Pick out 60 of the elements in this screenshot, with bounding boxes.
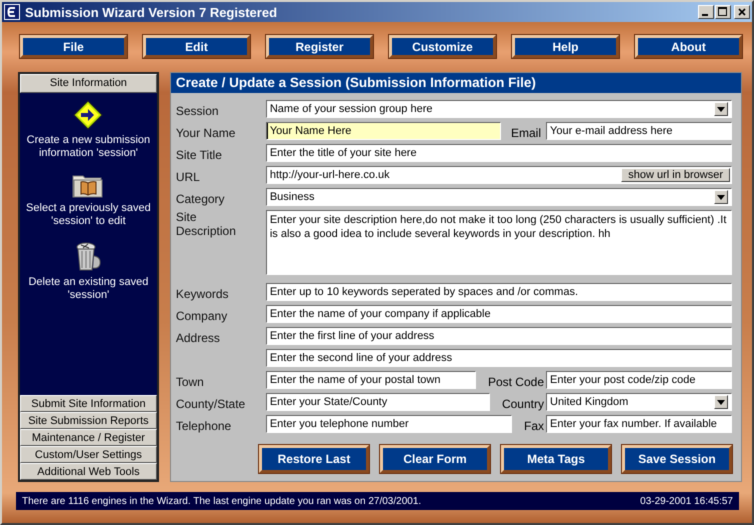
- window-title: Submission Wizard Version 7 Registered: [25, 4, 278, 20]
- input-field[interactable]: Your e-mail address here: [546, 122, 732, 140]
- status-time: 03-29-2001 16:45:57: [640, 496, 733, 506]
- minimize-icon[interactable]: [698, 5, 714, 19]
- menu-button[interactable]: Help: [512, 35, 619, 58]
- field-label: Site Description: [176, 210, 237, 238]
- input-field[interactable]: Enter the first line of your address: [266, 327, 732, 345]
- field-label: Town: [176, 375, 204, 389]
- menu-button[interactable]: Edit: [143, 35, 250, 58]
- nav-button[interactable]: Site Submission Reports: [20, 412, 157, 429]
- menu-button[interactable]: Register: [266, 35, 373, 58]
- dropdown[interactable]: Name of your session group here: [266, 100, 732, 118]
- field-label: Company: [176, 309, 228, 323]
- input-field[interactable]: Enter you telephone number: [266, 415, 512, 433]
- nav-button[interactable]: Additional Web Tools: [20, 463, 157, 480]
- input-field[interactable]: Enter your post code/zip code: [546, 371, 732, 389]
- app-icon: [4, 4, 20, 20]
- menu-button[interactable]: About: [635, 35, 742, 58]
- input-field[interactable]: Enter your State/County: [266, 393, 490, 411]
- input-field[interactable]: Your Name Here: [266, 122, 501, 140]
- input-field[interactable]: Enter the title of your site here: [266, 144, 732, 162]
- field-label: County/State: [176, 397, 246, 411]
- nav-button[interactable]: Submit Site Information: [20, 395, 157, 412]
- form-button[interactable]: Save Session: [622, 445, 732, 473]
- field-label: URL: [176, 170, 200, 184]
- field-label: Email: [510, 126, 541, 140]
- action-label[interactable]: Create a new submission information 'session': [23, 134, 154, 160]
- field-label: Fax: [524, 419, 544, 433]
- field-label: Session: [176, 104, 219, 118]
- field-label: Country: [502, 397, 544, 411]
- input-field[interactable]: Enter the second line of your address: [266, 349, 732, 367]
- text-area[interactable]: Enter your site description here,do not make it too long (250 characters is usually sufficient) .It is also a good idea to include several keywords in your description. hh: [266, 210, 732, 275]
- close-icon[interactable]: [734, 5, 750, 19]
- field-label: Category: [176, 192, 225, 206]
- input-field[interactable]: Enter the name of your company if applicable: [266, 305, 732, 323]
- dropdown[interactable]: Business: [266, 188, 732, 206]
- field-label: Post Code: [488, 375, 544, 389]
- menu-button[interactable]: File: [20, 35, 127, 58]
- field-label: Your Name: [176, 126, 236, 140]
- diamond-arrow-icon[interactable]: [73, 100, 104, 130]
- maximize-icon[interactable]: [715, 5, 731, 19]
- input-field[interactable]: Enter your fax number. If available: [546, 415, 732, 433]
- input-field[interactable]: Enter up to 10 keywords seperated by spaces and /or commas.: [266, 283, 732, 301]
- menu-button[interactable]: Customize: [389, 35, 496, 58]
- action-label[interactable]: Delete an existing saved 'session': [23, 276, 154, 302]
- form-button[interactable]: Meta Tags: [501, 445, 611, 473]
- field-label: Keywords: [176, 287, 229, 301]
- action-label[interactable]: Select a previously saved 'session' to edit: [23, 202, 154, 228]
- nav-button[interactable]: Custom/User Settings: [20, 446, 157, 463]
- input-field[interactable]: Enter the name of your postal town: [266, 371, 476, 389]
- field-label: Address: [176, 331, 220, 345]
- field-label: Telephone: [176, 419, 232, 433]
- form-button[interactable]: Restore Last: [259, 445, 369, 473]
- panel-title: Create / Update a Session (Submission Information File): [170, 73, 741, 93]
- dropdown[interactable]: United Kingdom: [546, 393, 732, 411]
- status-message: There are 1116 engines in the Wizard. The last engine update you ran was on 27/03/2001.: [22, 496, 422, 506]
- form-button[interactable]: Clear Form: [380, 445, 490, 473]
- nav-button[interactable]: Maintenance / Register: [20, 429, 157, 446]
- sidebar-header: Site Information: [20, 74, 157, 93]
- field-label: Site Title: [176, 148, 222, 162]
